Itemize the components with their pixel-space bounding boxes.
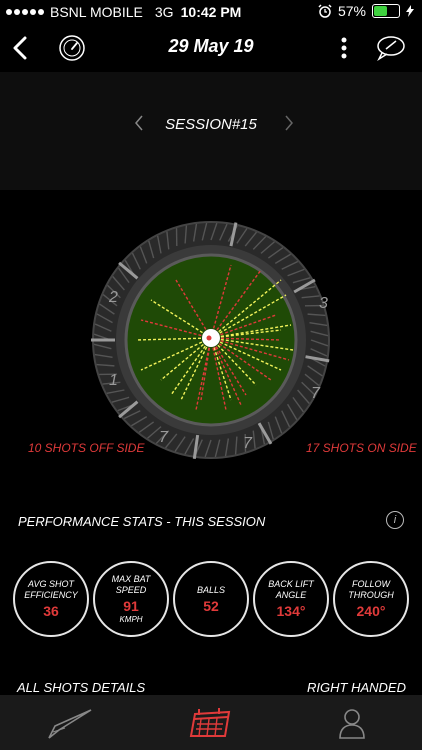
off-side-count: 10 SHOTS OFF SIDE xyxy=(28,441,145,455)
stat-label: FOLLOW THROUGH xyxy=(348,579,394,600)
status-bar: BSNL MOBILE 3G 10:42 PM 57% xyxy=(0,0,422,24)
stat-balls[interactable]: BALLS 52 xyxy=(173,561,249,637)
stat-max-bat-speed[interactable]: MAX BAT SPEED 91 KMPH xyxy=(93,561,169,637)
tab-profile[interactable] xyxy=(322,703,382,743)
tab-bar xyxy=(0,695,422,750)
all-shots-details-link[interactable]: ALL SHOTS DETAILS xyxy=(17,680,145,695)
zone-label: 1 xyxy=(109,372,118,389)
comment-button[interactable] xyxy=(374,32,408,64)
stat-label: MAX BAT SPEED xyxy=(111,574,151,595)
stat-label: BALLS xyxy=(196,584,226,595)
more-vertical-icon xyxy=(341,37,347,59)
charging-icon xyxy=(406,5,414,17)
comment-icon xyxy=(377,36,405,61)
top-bar: 29 May 19 xyxy=(0,28,422,68)
stat-label: AVG SHOT EFFICIENCY xyxy=(24,579,78,600)
wagon-wheel: 2 3 1 7 7 7 xyxy=(81,210,341,470)
zone-label: 7 xyxy=(243,435,253,452)
stat-avg-shot-efficiency[interactable]: AVG SHOT EFFICIENCY 36 xyxy=(13,561,89,637)
more-options-button[interactable] xyxy=(334,34,354,62)
zone-label: 7 xyxy=(159,429,169,446)
stat-value: 134° xyxy=(276,603,306,619)
stat-value: 91 xyxy=(123,598,139,614)
zone-label: 2 xyxy=(108,289,118,306)
performance-title: PERFORMANCE STATS - THIS SESSION xyxy=(18,514,266,529)
wagon-wheel-graphic: 2 3 1 7 7 7 xyxy=(91,221,330,460)
stat-label: BACK LIFT ANGLE xyxy=(268,579,314,600)
stat-unit: KMPH xyxy=(119,615,143,624)
status-right: 57% xyxy=(318,3,414,19)
session-selector: SESSION#15 xyxy=(0,72,422,190)
stat-back-lift-angle[interactable]: BACK LIFT ANGLE 134° xyxy=(253,561,329,637)
stat-value: 240° xyxy=(356,603,386,619)
info-icon[interactable]: i xyxy=(386,511,404,529)
session-label: SESSION#15 xyxy=(165,116,257,133)
zone-label: 3 xyxy=(319,295,328,312)
stat-follow-through[interactable]: FOLLOW THROUGH 240° xyxy=(333,561,409,637)
bat-swing-icon xyxy=(48,709,92,739)
stat-value: 52 xyxy=(203,597,219,614)
tab-calendar[interactable] xyxy=(181,703,241,743)
on-side-count: 17 SHOTS ON SIDE xyxy=(306,441,417,455)
next-session-button[interactable] xyxy=(284,112,294,138)
stats-row: AVG SHOT EFFICIENCY 36 MAX BAT SPEED 91 … xyxy=(13,561,411,641)
tab-bat[interactable] xyxy=(40,703,100,743)
battery-percent: 57% xyxy=(337,3,366,19)
chevron-right-icon xyxy=(285,115,293,131)
handedness-label: RIGHT HANDED xyxy=(307,680,406,695)
battery-icon xyxy=(372,4,400,18)
stat-value: 36 xyxy=(43,603,59,619)
calendar-icon xyxy=(189,708,231,737)
page-title: 29 May 19 xyxy=(168,36,254,56)
ball-seam xyxy=(206,335,212,341)
user-icon xyxy=(339,709,365,739)
zone-label: 7 xyxy=(311,385,321,402)
alarm-icon xyxy=(318,4,332,18)
